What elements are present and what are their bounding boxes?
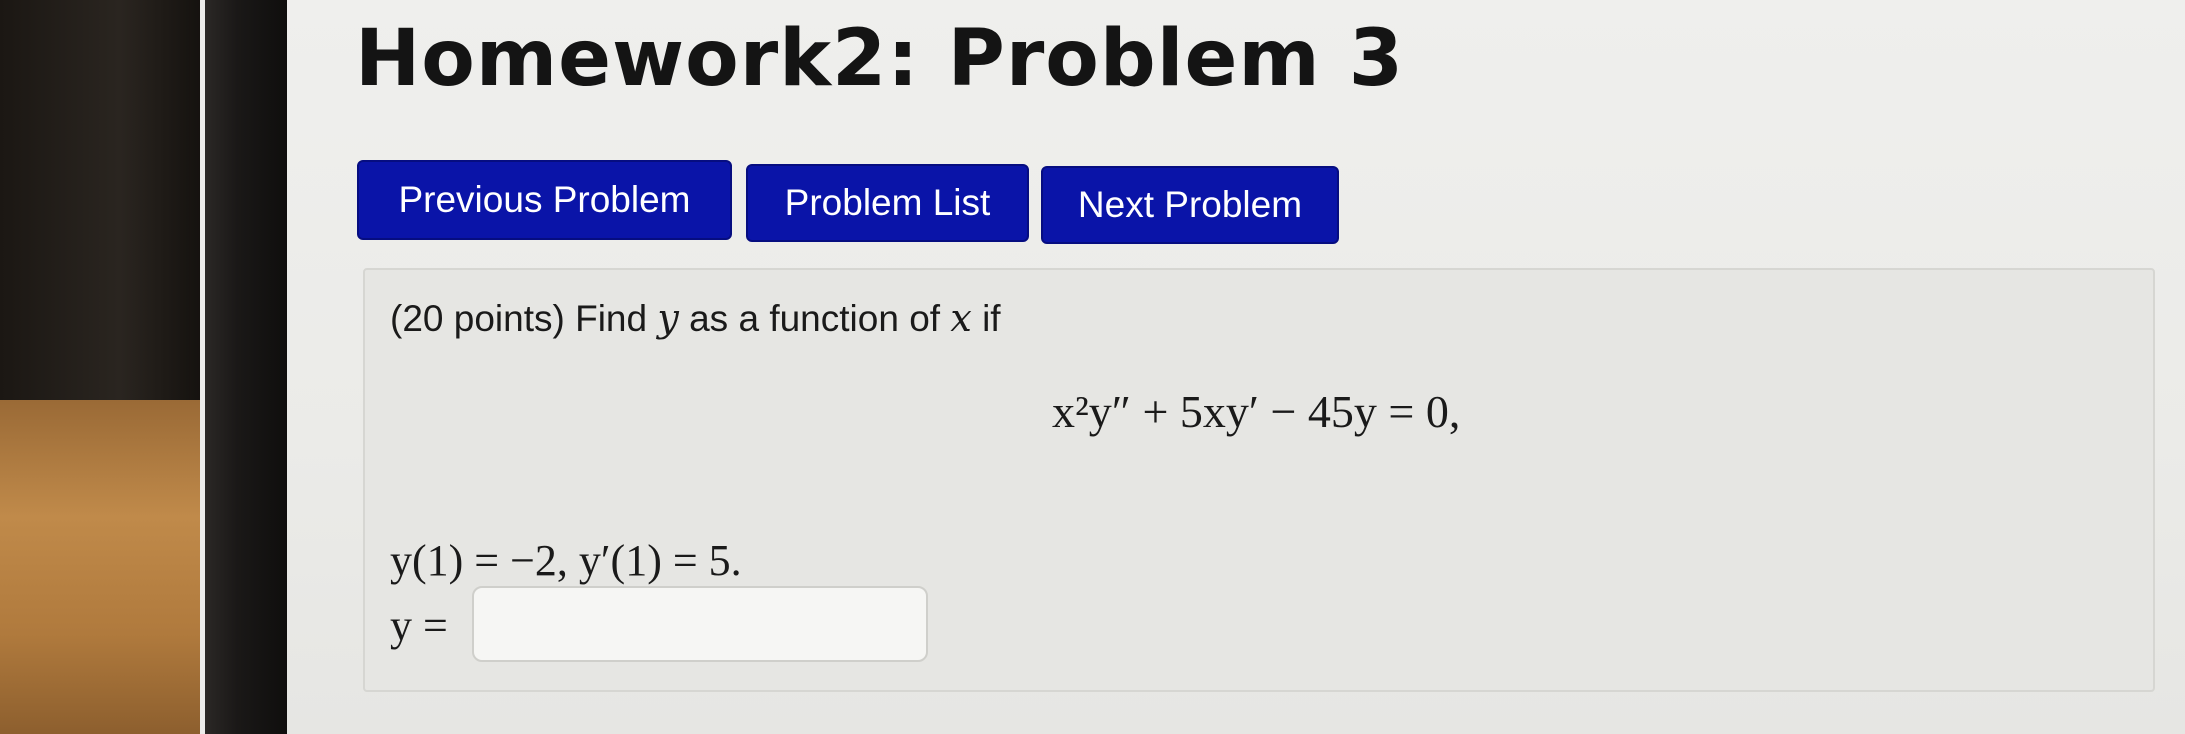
prompt-variable-y: y bbox=[657, 296, 679, 340]
answer-label: y = bbox=[390, 601, 448, 650]
page-title: Homework2: Problem 3 bbox=[355, 14, 1405, 104]
initial-conditions: y(1) = −2, y′(1) = 5. bbox=[390, 536, 742, 585]
problem-list-button[interactable]: Problem List bbox=[746, 164, 1029, 242]
prompt-middle: as a function of bbox=[689, 298, 941, 339]
differential-equation: x²y″ + 5xy′ − 45y = 0, bbox=[1052, 386, 1461, 437]
problem-prompt: (20 points) Find y as a function of x if bbox=[390, 296, 1001, 340]
answer-input[interactable] bbox=[472, 586, 928, 662]
prompt-prefix: (20 points) Find bbox=[390, 298, 648, 339]
prompt-suffix: if bbox=[982, 298, 1001, 339]
background-desk-wood bbox=[0, 400, 200, 734]
prompt-variable-x: x bbox=[950, 296, 972, 340]
background-desk-dark bbox=[0, 0, 200, 410]
monitor-bezel bbox=[205, 0, 287, 734]
previous-problem-button[interactable]: Previous Problem bbox=[357, 160, 732, 240]
next-problem-button[interactable]: Next Problem bbox=[1041, 166, 1339, 244]
